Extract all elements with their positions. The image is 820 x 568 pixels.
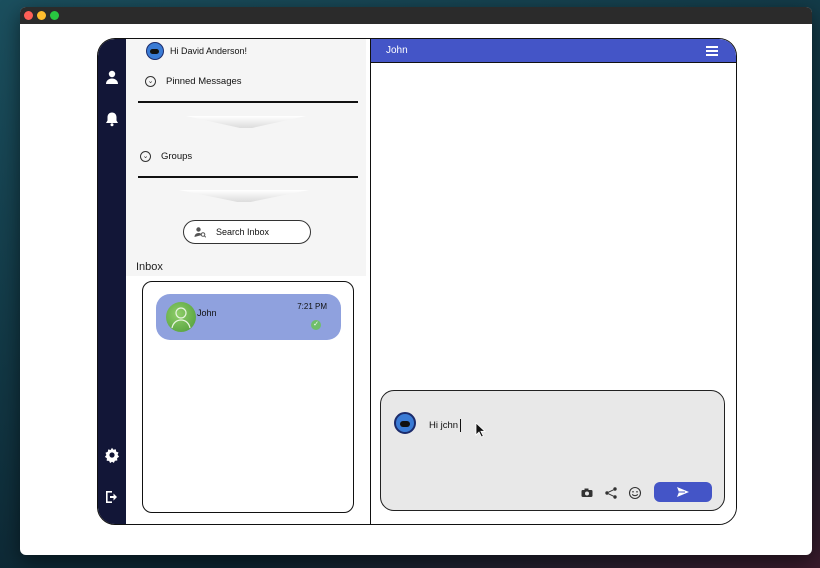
minimize-window-button[interactable]: [37, 11, 46, 20]
message-input-text: Hi jchn: [429, 420, 459, 432]
groups-toggle[interactable]: ⌄ Groups: [140, 151, 192, 162]
chat-app: Hi David Anderson! ⌄ Pinned Messages ⌄ G…: [97, 38, 737, 525]
chat-header: John: [371, 39, 736, 63]
conversation-time: 7:21 PM: [297, 302, 327, 311]
icon-rail: [98, 39, 126, 524]
camera-icon[interactable]: [580, 486, 594, 500]
divider: [138, 176, 358, 178]
conversation-item[interactable]: John 7:21 PM ✓: [156, 294, 341, 340]
inbox-heading: Inbox: [136, 261, 163, 273]
user-avatar[interactable]: [146, 42, 164, 60]
share-icon[interactable]: [604, 486, 618, 500]
send-button[interactable]: [654, 482, 712, 502]
bell-icon[interactable]: [104, 111, 120, 127]
app-window: Hi David Anderson! ⌄ Pinned Messages ⌄ G…: [20, 7, 812, 555]
logout-icon[interactable]: [104, 489, 120, 505]
conversation-name: John: [197, 308, 217, 318]
groups-label: Groups: [161, 151, 193, 162]
window-titlebar: [20, 7, 812, 24]
chevron-down-icon: ⌄: [145, 76, 156, 87]
greeting-text: Hi David Anderson!: [170, 46, 248, 56]
inbox-list: John 7:21 PM ✓: [142, 281, 354, 513]
close-window-button[interactable]: [24, 11, 33, 20]
text-caret: [460, 419, 462, 432]
pinned-messages-toggle[interactable]: ⌄ Pinned Messages: [145, 76, 242, 87]
user-icon[interactable]: [104, 69, 120, 85]
search-user-icon: [194, 227, 206, 238]
gear-icon[interactable]: [104, 447, 120, 463]
composer-avatar: [394, 412, 416, 434]
chat-pane: John Hi jchn: [371, 39, 736, 524]
sidebar-top: Hi David Anderson! ⌄ Pinned Messages ⌄ G…: [126, 39, 366, 276]
hamburger-menu-icon[interactable]: [706, 46, 718, 56]
chevron-down-icon: ⌄: [140, 151, 151, 162]
pinned-messages-label: Pinned Messages: [166, 76, 242, 87]
search-inbox-label: Search Inbox: [216, 227, 270, 237]
search-inbox-button[interactable]: Search Inbox: [183, 220, 311, 244]
read-check-icon: ✓: [311, 320, 321, 330]
mouse-pointer-icon: [475, 422, 487, 438]
maximize-window-button[interactable]: [50, 11, 59, 20]
contact-avatar: [166, 302, 196, 332]
message-input[interactable]: Hi jchn: [429, 419, 462, 432]
divider: [138, 101, 358, 103]
emoji-icon[interactable]: [628, 486, 642, 500]
chat-contact-name: John: [386, 45, 408, 56]
groups-collapse-handle[interactable]: [179, 190, 309, 202]
pinned-collapse-handle[interactable]: [186, 116, 306, 128]
message-composer: Hi jchn: [380, 390, 725, 511]
send-icon: [677, 487, 689, 497]
sidebar-panel: Hi David Anderson! ⌄ Pinned Messages ⌄ G…: [126, 39, 371, 524]
user-greeting: Hi David Anderson!: [146, 42, 247, 60]
